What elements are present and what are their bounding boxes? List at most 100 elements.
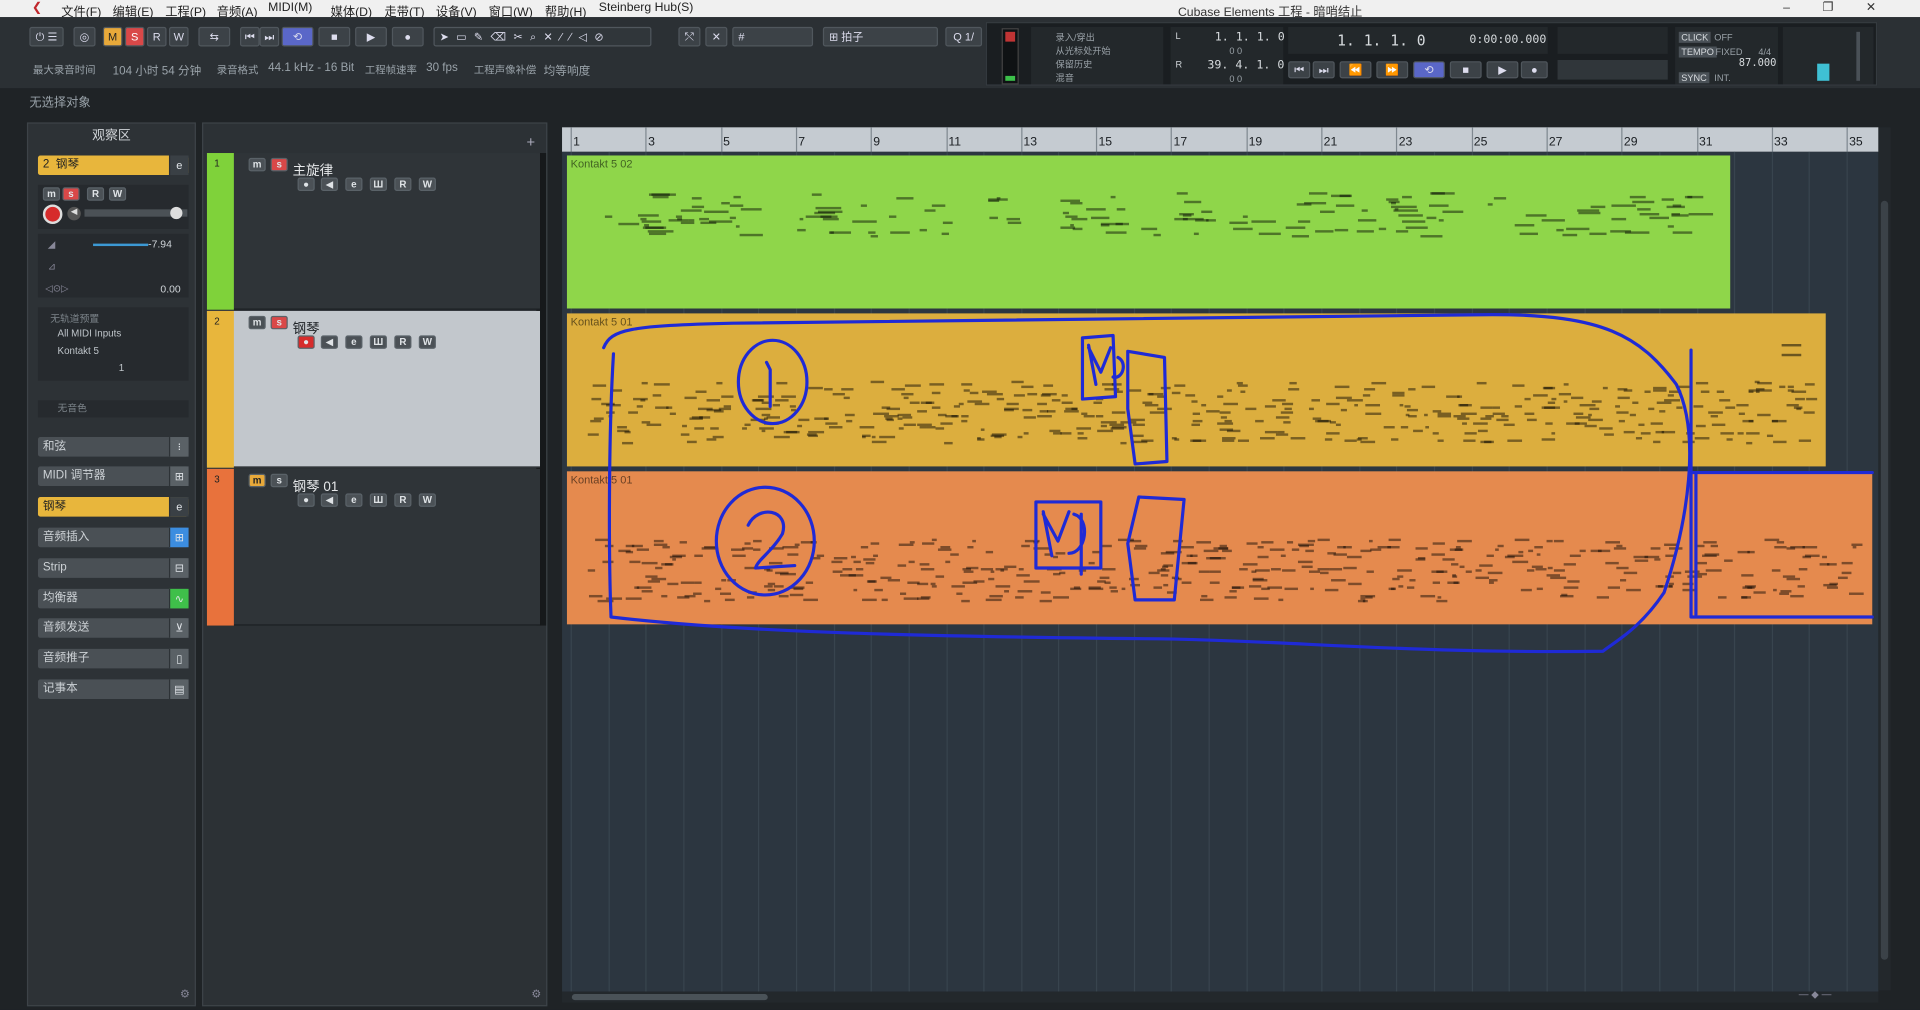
sync-label[interactable]: SYNC (1678, 72, 1710, 84)
go-to-start-icon[interactable]: ⏮ (240, 26, 260, 47)
tempo-mode[interactable]: FIXED (1716, 47, 1743, 58)
transport-play-icon[interactable]: ▶ (1486, 61, 1519, 79)
activate-project-button[interactable]: ⏻ ☰ (29, 26, 64, 47)
solo-button[interactable]: S (124, 26, 145, 47)
section-chords[interactable]: 和弦 ⁝ (37, 437, 189, 457)
constrain-delay-icon[interactable]: ◎ (73, 26, 96, 47)
section-midi-modifiers[interactable]: MIDI 调节器 ⊞ (37, 466, 189, 487)
transport-record-icon[interactable]: ● (1520, 61, 1548, 79)
track-melody[interactable]: 1 m s 主旋律 ● ◀ e Ш R W (206, 153, 541, 310)
horizontal-scroll-thumb[interactable] (571, 994, 768, 1001)
track-edit-button[interactable]: e (345, 493, 363, 507)
inspector-write-button[interactable]: W (108, 187, 127, 201)
track-mute-button[interactable]: m (248, 315, 266, 330)
inspector-read-button[interactable]: R (86, 187, 105, 201)
read-button[interactable]: R (146, 26, 167, 47)
tool-palette[interactable]: ➤▭✎⌫✂⌕✕⁄∕◁⊘ (433, 26, 652, 47)
track-record-button[interactable]: ● (297, 335, 315, 349)
track-record-button[interactable]: ● (297, 493, 315, 507)
track-piano-01[interactable]: 3 m s 钢琴 01 ● ◀ e Ш R W (206, 468, 541, 626)
start-from-cursor[interactable]: 从光标处开始 (1056, 44, 1111, 57)
monitor-button[interactable]: ◀ (67, 206, 81, 221)
section-sends[interactable]: 音频发送 ⊻ (37, 618, 189, 638)
time-signature[interactable]: 4/4 (1758, 47, 1771, 58)
section-fader[interactable]: 音频推子 ▯ (37, 648, 189, 669)
inspector-track-header[interactable]: 2 钢琴 e (37, 155, 189, 176)
transport-stop-icon[interactable]: ■ (1449, 61, 1482, 79)
edit-instrument-icon[interactable]: e (168, 155, 189, 176)
midi-channel[interactable]: 1 (119, 362, 124, 373)
event-display[interactable]: Kontakt 5 02 Kontakt 5 01 Kontakt 5 01 (562, 151, 1879, 992)
tempo-value[interactable]: 87.000 (1739, 58, 1777, 70)
track-monitor-button[interactable]: ◀ (320, 177, 338, 191)
midi-output[interactable]: Kontakt 5 (58, 345, 99, 356)
grid-icon[interactable]: # (732, 26, 814, 47)
track-list-settings-icon[interactable]: ⚙ (531, 988, 541, 1001)
track-piano[interactable]: 2 m s 钢琴 ● ◀ e Ш R W (206, 310, 541, 468)
pan-law-value[interactable]: 均等响度 (544, 61, 591, 78)
go-to-end-icon[interactable]: ⏭ (259, 26, 280, 47)
timeline-ruler[interactable]: 1 3 5 7 9 11 13 15 17 19 21 23 25 27 29 31 33 35 (562, 127, 1879, 152)
max-record-value[interactable]: 104 小时 54 分钟 (113, 61, 202, 78)
track-solo-button[interactable]: s (270, 157, 288, 172)
position-bars[interactable]: 1. 1. 1. 0 (1337, 32, 1425, 49)
track-write-button[interactable]: W (418, 493, 436, 507)
frame-rate-value[interactable]: 30 fps (426, 61, 458, 74)
inspector-settings-icon[interactable]: ⚙ (180, 988, 190, 1001)
cycle-icon[interactable]: ⟲ (281, 26, 314, 47)
track-instrument-button[interactable]: Ш (369, 177, 387, 191)
stop-icon[interactable]: ■ (318, 26, 351, 47)
fader-knob-icon[interactable] (170, 206, 183, 220)
inspector-solo-button[interactable]: s (62, 187, 80, 201)
zoom-slider[interactable]: — ◆ — (1799, 989, 1872, 1000)
marker-buttons[interactable] (1557, 59, 1668, 80)
track-read-button[interactable]: R (394, 177, 412, 191)
inspector-mute-button[interactable]: m (42, 187, 61, 201)
menu-steinberg-hub[interactable]: Steinberg Hub(S) (599, 1, 694, 14)
click-value[interactable]: OFF (1714, 32, 1732, 43)
keep-history[interactable]: 保留历史 (1056, 58, 1093, 71)
restore-icon[interactable]: ❐ (1815, 0, 1842, 17)
horizontal-scrollbar[interactable]: — ◆ — (562, 989, 1879, 1003)
track-read-button[interactable]: R (394, 335, 412, 349)
section-eq[interactable]: 均衡器 ∿ (37, 588, 189, 609)
track-read-button[interactable]: R (394, 493, 412, 507)
track-solo-button[interactable]: s (270, 473, 288, 488)
mute-button[interactable]: M (102, 26, 123, 47)
forward-icon[interactable]: ⏩ (1376, 61, 1409, 79)
mix-mode[interactable]: 混音 (1056, 71, 1074, 84)
record-format-value[interactable]: 44.1 kHz - 16 Bit (268, 61, 354, 74)
add-track-icon[interactable]: + (527, 133, 536, 150)
next-marker-icon[interactable]: ⏭ (1312, 61, 1335, 79)
snap-toggle-icon[interactable]: ✕ (705, 26, 728, 47)
section-notepad[interactable]: 记事本 ▤ (37, 679, 189, 700)
volume-value[interactable]: -7.94 (148, 237, 172, 249)
record-enable-button[interactable] (42, 204, 63, 225)
record-icon[interactable]: ● (391, 26, 424, 47)
track-edit-button[interactable]: e (345, 335, 363, 349)
cubase-logo-icon[interactable]: ❮ (32, 1, 42, 14)
volume-slider[interactable] (93, 243, 149, 247)
sync-value[interactable]: INT. (1714, 72, 1730, 83)
write-button[interactable]: W (168, 26, 189, 47)
position-time[interactable]: 0:00:00.000 (1469, 33, 1546, 46)
track-instrument-button[interactable]: Ш (369, 493, 387, 507)
track-monitor-button[interactable]: ◀ (320, 493, 338, 507)
rewind-icon[interactable]: ⏪ (1339, 61, 1372, 79)
grid-type-select[interactable]: ⊞ 拍子 (822, 26, 938, 47)
program-select[interactable]: 无音色 (37, 400, 189, 418)
quantize-select[interactable]: Q 1/ (945, 26, 983, 47)
minimize-icon[interactable]: – (1773, 0, 1800, 17)
track-preset[interactable]: 无轨道预置 (50, 312, 99, 325)
close-icon[interactable]: ✕ (1858, 0, 1885, 17)
marker-display[interactable] (1557, 26, 1668, 54)
section-audio-inserts[interactable]: 音频插入 ⊞ (37, 527, 189, 548)
track-instrument-button[interactable]: Ш (369, 335, 387, 349)
pan-value[interactable]: 0.00 (160, 283, 180, 295)
track-mute-button[interactable]: m (248, 157, 266, 172)
tempo-label[interactable]: TEMPO (1678, 46, 1717, 58)
section-strip[interactable]: Strip ⊟ (37, 558, 189, 578)
click-label[interactable]: CLICK (1678, 31, 1711, 43)
track-solo-button[interactable]: s (270, 315, 288, 330)
right-locator-value[interactable]: 39. 4. 1. 0 (1207, 59, 1284, 72)
